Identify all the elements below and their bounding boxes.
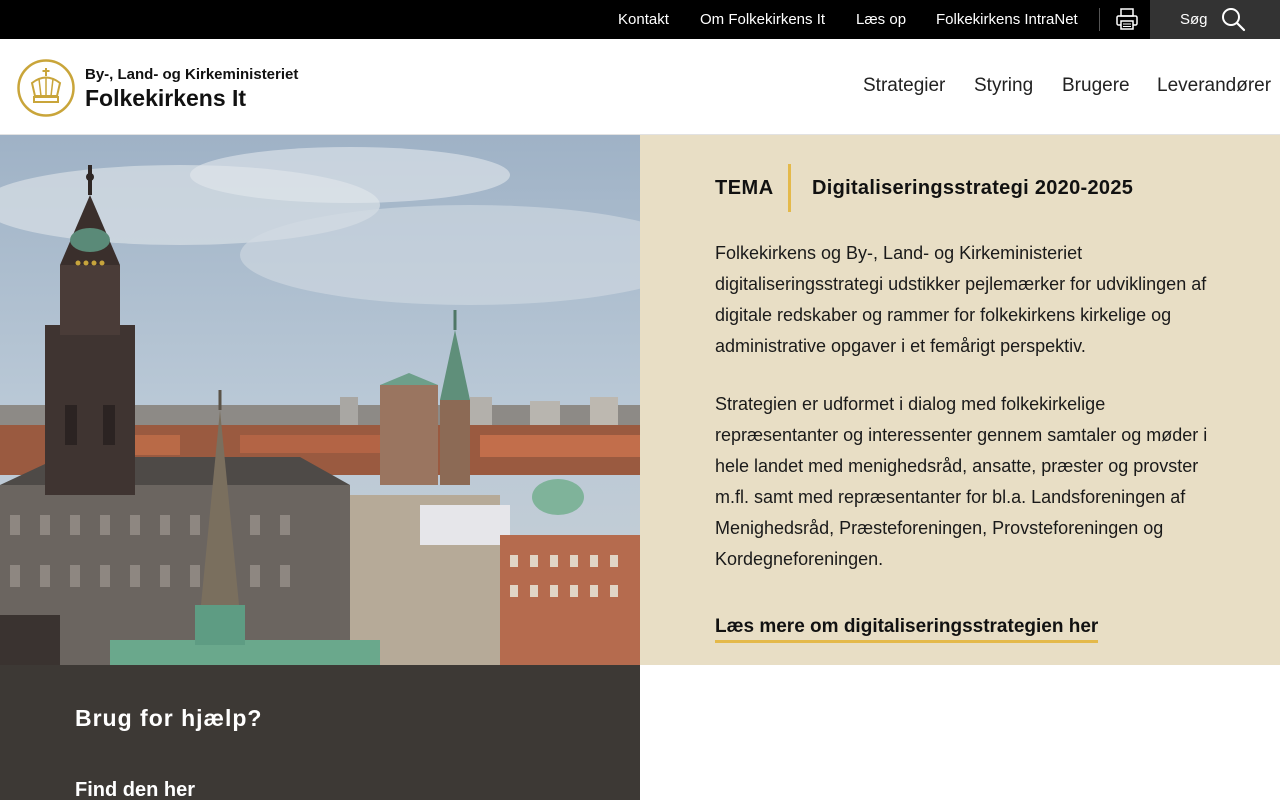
nav-item-brugere[interactable]: Brugere	[1062, 75, 1130, 97]
top-link-om[interactable]: Om Folkekirkens It	[700, 0, 825, 39]
read-more-link[interactable]: Læs mere om digitaliseringsstrategien he…	[715, 616, 1099, 643]
nav-item-strategier[interactable]: Strategier	[863, 75, 945, 97]
site-header: By-, Land- og Kirkeministeriet Folkekirk…	[0, 39, 1280, 135]
top-utility-bar: Kontakt Om Folkekirkens It Læs op Folkek…	[0, 0, 1280, 39]
search-button[interactable]: Søg	[1150, 0, 1280, 39]
top-link-kontakt[interactable]: Kontakt	[618, 0, 669, 39]
help-title: Brug for hjælp?	[75, 705, 263, 731]
search-label: Søg	[1180, 11, 1208, 28]
theme-title: Digitaliseringsstrategi 2020-2025	[812, 177, 1134, 199]
crown-seal-icon[interactable]	[16, 58, 76, 118]
topbar-divider	[1099, 8, 1100, 31]
theme-divider	[788, 164, 791, 212]
top-link-laes-op[interactable]: Læs op	[856, 0, 906, 39]
search-icon	[1222, 8, 1246, 32]
find-help-link[interactable]: Find den her	[75, 779, 195, 800]
theme-label: TEMA	[715, 177, 774, 199]
theme-panel: TEMA Digitaliseringsstrategi 2020-2025 F…	[640, 135, 1280, 665]
theme-paragraph-1: Folkekirkens og By-, Land- og Kirkeminis…	[715, 243, 1207, 356]
top-link-intranet[interactable]: Folkekirkens IntraNet	[936, 0, 1078, 39]
theme-paragraph-2: Strategien er udformet i dialog med folk…	[715, 394, 1208, 569]
nav-item-styring[interactable]: Styring	[974, 75, 1033, 97]
logo-site-name[interactable]: Folkekirkens It	[85, 85, 246, 112]
hero-image-copenhagen-skyline	[0, 135, 640, 665]
help-section: Brug for hjælp? Find den her	[0, 665, 640, 800]
nav-item-leverandoerer[interactable]: Leverandører	[1157, 75, 1271, 97]
printer-icon[interactable]	[1114, 6, 1140, 32]
logo-ministry-name: By-, Land- og Kirkeministeriet	[85, 66, 299, 83]
